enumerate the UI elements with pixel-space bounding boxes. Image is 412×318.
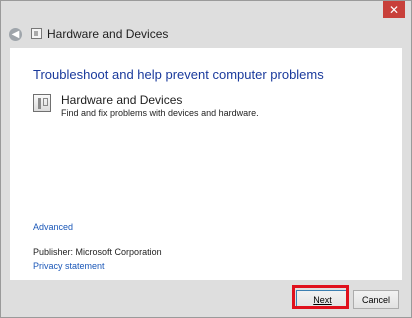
window-title: Hardware and Devices [47,27,169,41]
publisher-label: Publisher: [33,247,74,257]
hardware-icon [31,28,42,39]
privacy-statement-link[interactable]: Privacy statement [33,261,105,271]
title-bar: ◀ Hardware and Devices [1,20,411,48]
next-button[interactable]: Next [296,290,349,309]
troubleshooter-window: ✕ ◀ Hardware and Devices Troubleshoot an… [0,0,412,318]
close-icon[interactable]: ✕ [389,3,399,17]
content-panel: Troubleshoot and help prevent computer p… [10,48,402,280]
item-description: Find and fix problems with devices and h… [61,108,259,118]
cancel-button[interactable]: Cancel [353,290,399,309]
cancel-button-label: Cancel [361,294,390,305]
hardware-devices-icon [33,94,51,112]
back-button[interactable]: ◀ [9,28,22,41]
advanced-link[interactable]: Advanced [33,222,73,232]
publisher-value: Microsoft Corporation [75,247,162,257]
close-button[interactable]: ✕ [383,1,405,18]
back-arrow-icon[interactable]: ◀ [12,29,20,40]
page-heading: Troubleshoot and help prevent computer p… [33,67,324,82]
item-title: Hardware and Devices [61,93,183,107]
next-button-label: Next [313,294,332,305]
publisher-info: Publisher: Microsoft Corporation [33,247,162,257]
